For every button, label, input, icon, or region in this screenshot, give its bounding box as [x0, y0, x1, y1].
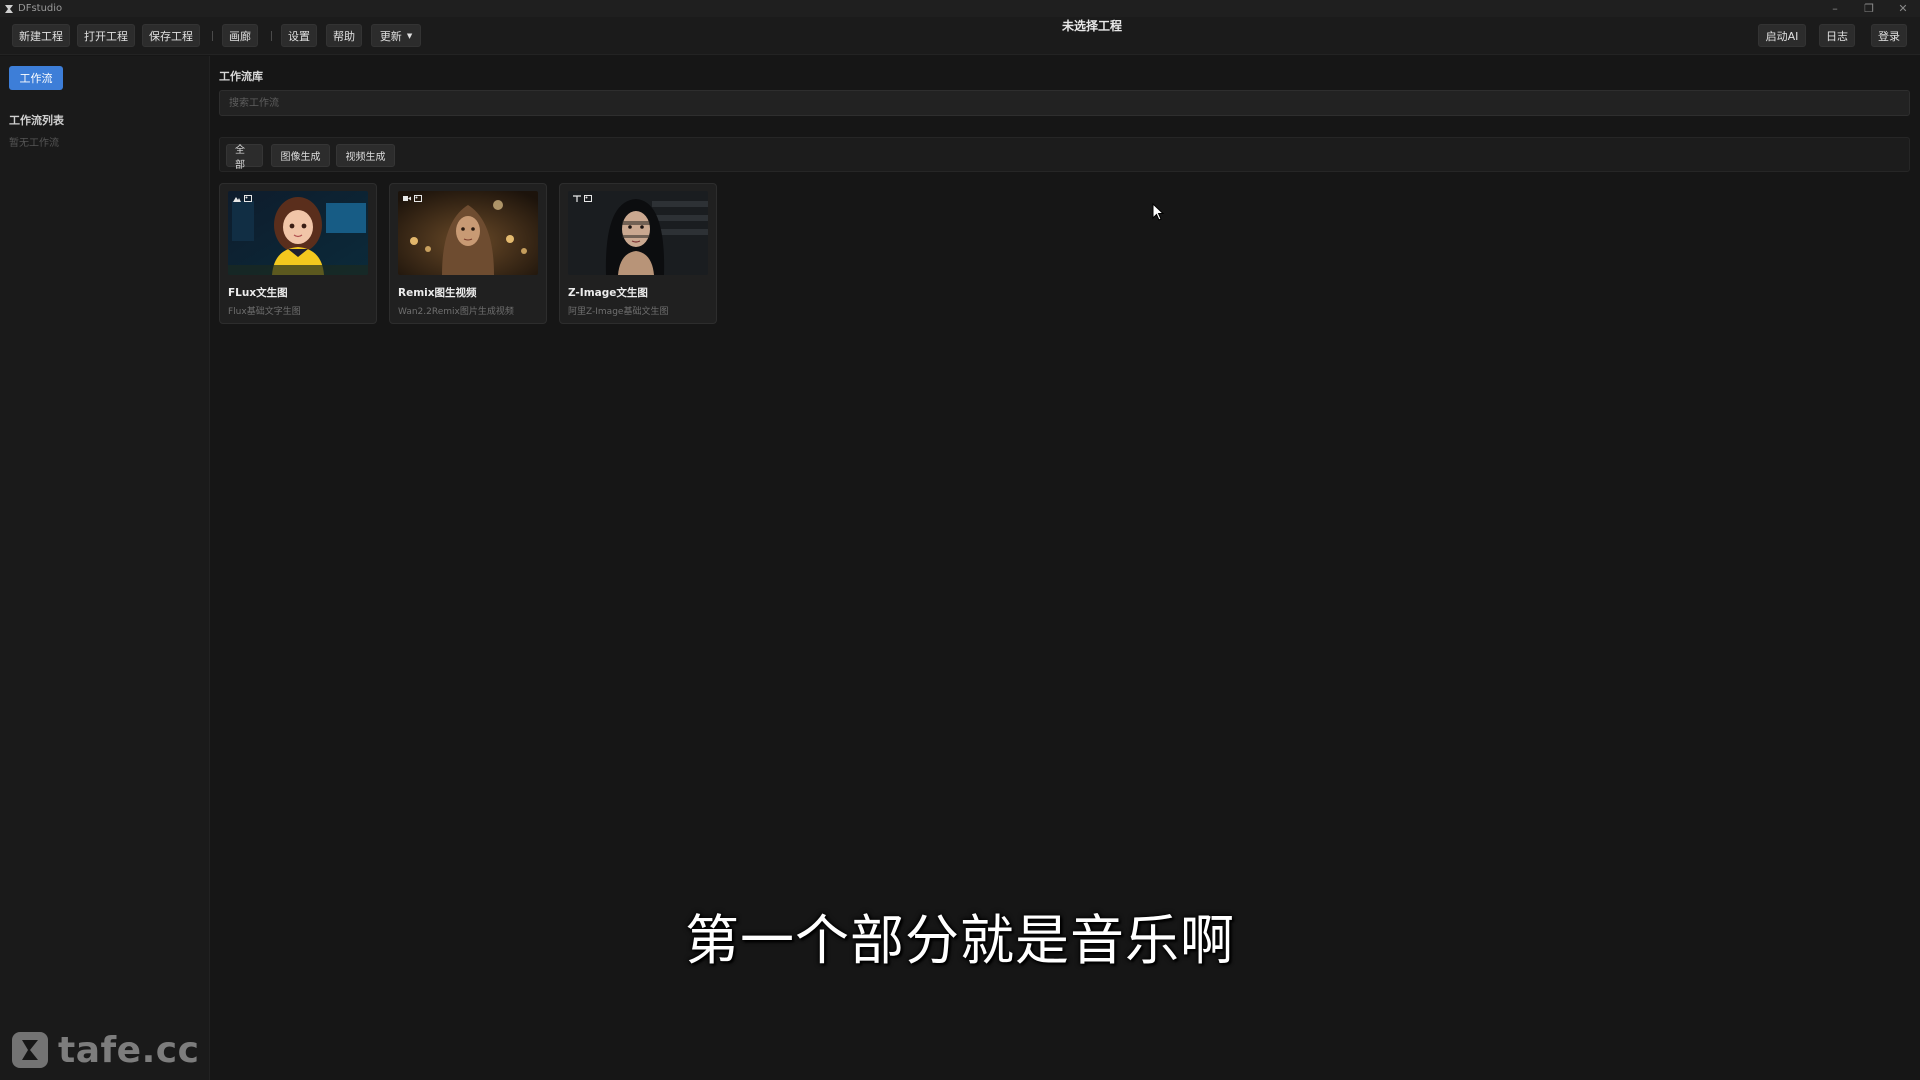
window-controls: – ❐ ✕ [1818, 0, 1920, 17]
window-titlebar: DFstudio – ❐ ✕ [0, 0, 1920, 17]
cartoon-girl-thumbnail [228, 191, 368, 275]
thumbnail-badges [573, 195, 592, 202]
save-project-button[interactable]: 保存工程 [142, 24, 200, 47]
workflow-card-remix[interactable]: Remix图生视频 Wan2.2Remix图片生成视频 [389, 183, 547, 324]
workflow-list-empty: 暂无工作流 [9, 138, 59, 149]
mouse-cursor-icon [1152, 203, 1164, 221]
thumbnail-badges [403, 195, 422, 202]
workflow-list-heading: 工作流列表 [9, 114, 64, 127]
filter-bar: 全部 图像生成 视频生成 [219, 137, 1910, 172]
image-icon [414, 195, 422, 202]
tab-workflow[interactable]: 工作流 [9, 66, 63, 90]
card-title: FLux文生图 [228, 287, 288, 299]
window-title: DFstudio [18, 3, 63, 14]
close-icon[interactable]: ✕ [1886, 0, 1920, 17]
card-title: Remix图生视频 [398, 287, 477, 299]
video-icon [403, 195, 411, 202]
main-toolbar: 新建工程 打开工程 保存工程 画廊 设置 帮助 更新 ▼ 启动AI 日志 登录 [0, 17, 1920, 55]
toolbar-divider [212, 31, 213, 41]
login-button[interactable]: 登录 [1871, 24, 1907, 47]
watermark-logo-icon [12, 1032, 48, 1068]
help-button[interactable]: 帮助 [326, 24, 362, 47]
woman-candles-thumbnail [398, 191, 538, 275]
start-ai-button[interactable]: 启动AI [1758, 24, 1806, 47]
filter-video-button[interactable]: 视频生成 [336, 144, 395, 167]
new-project-button[interactable]: 新建工程 [12, 24, 70, 47]
app-logo-icon [3, 3, 14, 14]
open-project-button[interactable]: 打开工程 [77, 24, 135, 47]
filter-all-button[interactable]: 全部 [226, 144, 263, 171]
woman-portrait-thumbnail [568, 191, 708, 275]
workflow-card-zimage[interactable]: Z-Image文生图 阿里Z-Image基础文生图 [559, 183, 717, 324]
update-dropdown[interactable]: 更新 ▼ [371, 24, 421, 47]
chevron-down-icon: ▼ [406, 31, 413, 40]
video-subtitle: 第一个部分就是音乐啊 [685, 909, 1235, 972]
mountain-icon [233, 195, 241, 202]
gallery-button[interactable]: 画廊 [222, 24, 258, 47]
thumbnail-badges [233, 195, 252, 202]
workflow-library-heading: 工作流库 [219, 70, 263, 83]
card-description: Wan2.2Remix图片生成视频 [398, 307, 514, 317]
maximize-icon[interactable]: ❐ [1852, 0, 1886, 17]
watermark-text: tafe.cc [58, 1029, 200, 1071]
workflow-card-flux[interactable]: FLux文生图 Flux基础文字生图 [219, 183, 377, 324]
settings-button[interactable]: 设置 [281, 24, 317, 47]
card-title: Z-Image文生图 [568, 287, 648, 299]
minimize-icon[interactable]: – [1818, 0, 1852, 17]
image-icon [244, 195, 252, 202]
text-icon [573, 195, 581, 202]
filter-image-button[interactable]: 图像生成 [271, 144, 330, 167]
toolbar-divider [271, 31, 272, 41]
card-description: 阿里Z-Image基础文生图 [568, 307, 669, 317]
card-description: Flux基础文字生图 [228, 307, 301, 317]
workflow-search-input[interactable] [219, 90, 1910, 116]
image-icon [584, 195, 592, 202]
update-label: 更新 [379, 29, 402, 43]
watermark: tafe.cc [10, 1029, 200, 1071]
logs-button[interactable]: 日志 [1819, 24, 1855, 47]
